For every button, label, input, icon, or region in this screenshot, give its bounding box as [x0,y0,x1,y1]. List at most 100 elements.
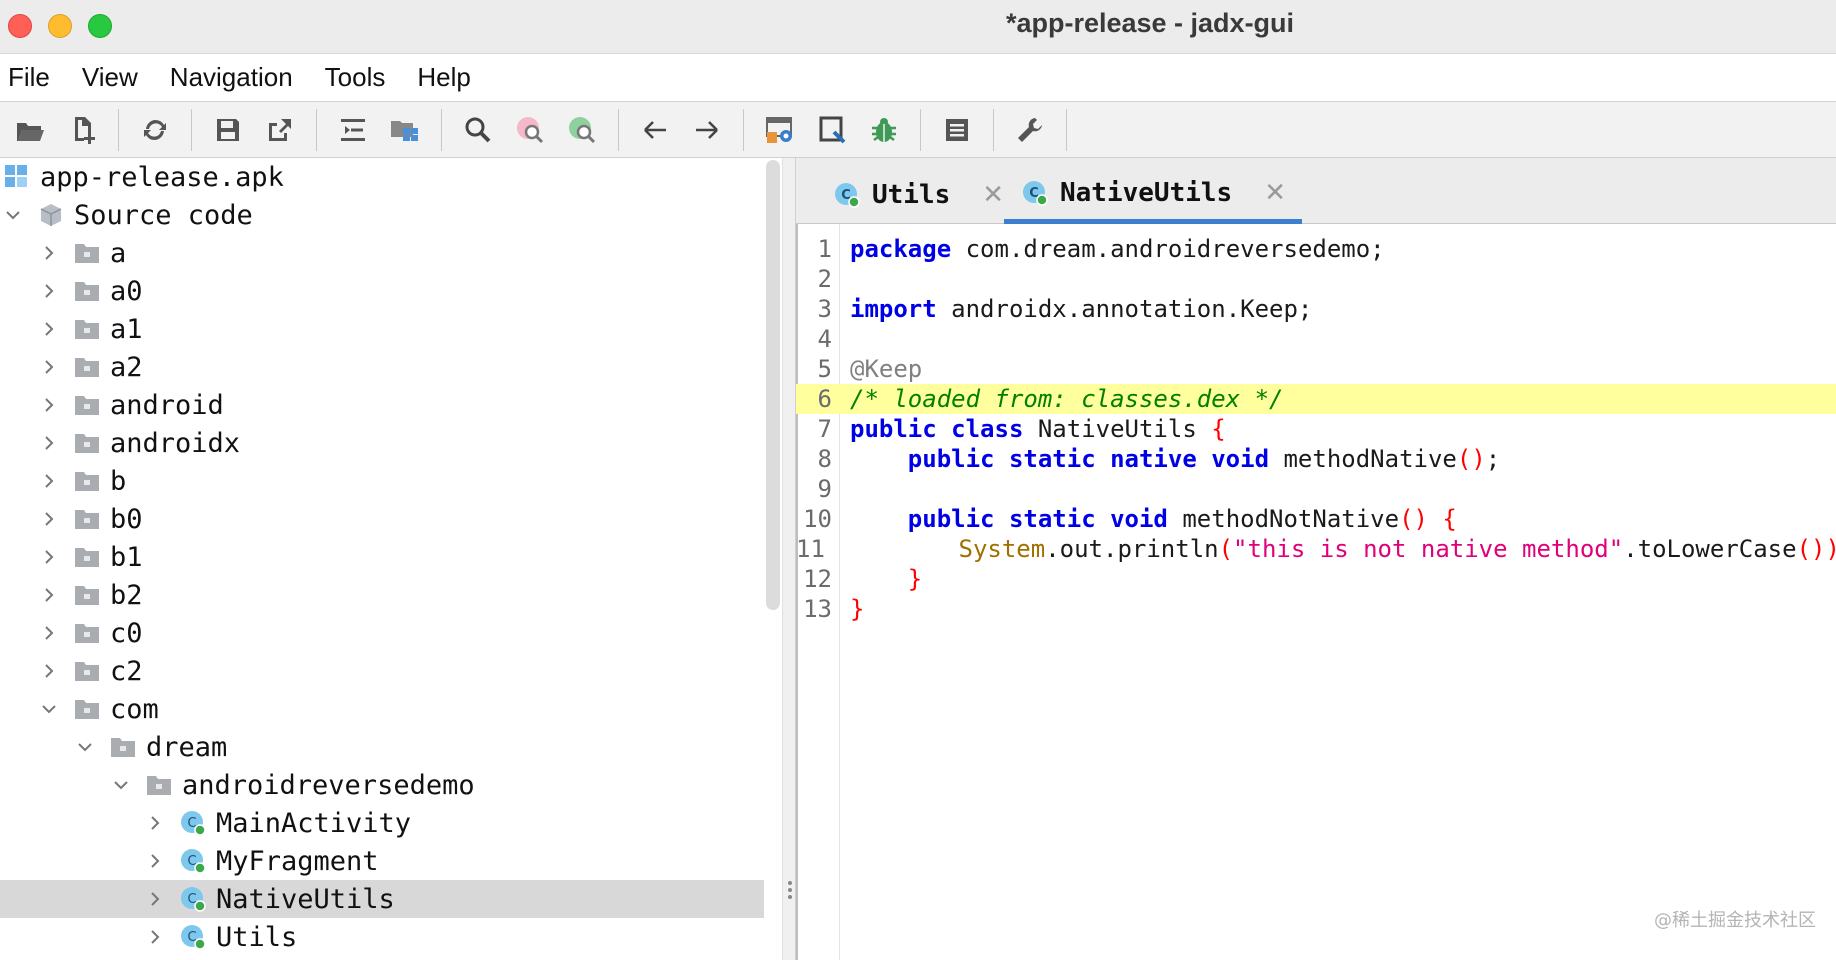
class-icon: C [178,846,208,876]
tree-label: android [110,389,224,421]
code-token: com.dream.androidreversedemo; [951,235,1385,263]
log-viewer-button[interactable] [935,108,979,152]
tree-item-package[interactable]: c2 [0,652,764,690]
tree-item-package[interactable]: androidx [0,424,764,462]
menu-file[interactable]: File [0,62,66,93]
search-button[interactable] [456,108,500,152]
find-usage-button[interactable] [508,108,552,152]
chevron-right-icon[interactable] [142,924,168,950]
tree-item-package[interactable]: b0 [0,500,764,538]
code-line: 1 package com.dream.androidreversedemo; [796,234,1836,264]
chevron-right-icon[interactable] [36,278,62,304]
sync-with-editor-button[interactable] [331,108,375,152]
chevron-right-icon[interactable] [36,392,62,418]
menu-navigation[interactable]: Navigation [162,62,309,93]
tree-item-class-selected[interactable]: C NativeUtils [0,880,764,918]
chevron-right-icon[interactable] [36,430,62,456]
tab-utils[interactable]: C Utils ✕ [816,166,1020,224]
export-button[interactable] [258,108,302,152]
chevron-right-icon[interactable] [36,316,62,342]
class-icon: C [178,884,208,914]
tree-item-androidreversedemo[interactable]: androidreversedemo [0,766,764,804]
find-class-button[interactable] [560,108,604,152]
minimize-window-button[interactable] [48,14,72,38]
debug-button[interactable] [862,108,906,152]
chevron-right-icon[interactable] [142,886,168,912]
tree-item-class[interactable]: C Utils [0,918,764,956]
chevron-right-icon[interactable] [36,506,62,532]
chevron-right-icon[interactable] [36,468,62,494]
chevron-right-icon[interactable] [36,544,62,570]
close-window-button[interactable] [8,14,32,38]
line-number: 7 [817,415,832,443]
line-number: 5 [817,355,832,383]
project-tree[interactable]: app-release.apk Source code a a0 a1 a2 a… [0,158,768,960]
toolbar-separator [316,108,317,151]
code-token: ()); [1796,535,1836,563]
tree-scrollbar[interactable] [766,160,780,610]
tree-item-package[interactable]: android [0,386,764,424]
tree-item-class[interactable]: C MyFragment [0,842,764,880]
quark-icon [819,116,846,143]
chevron-right-icon[interactable] [36,354,62,380]
code-token: public class [850,415,1024,443]
tree-label: b1 [110,541,143,573]
pane-splitter[interactable] [782,158,796,960]
chevron-right-icon[interactable] [36,658,62,684]
chevron-down-icon[interactable] [108,772,134,798]
tree-item-package[interactable]: b2 [0,576,764,614]
forward-button[interactable] [685,108,729,152]
code-editor[interactable]: 1 package com.dream.androidreversedemo; … [796,224,1836,960]
save-all-button[interactable] [206,108,250,152]
wrench-icon [1018,117,1042,142]
tree-item-package[interactable]: c0 [0,614,764,652]
menu-help[interactable]: Help [409,62,486,93]
preferences-button[interactable] [1008,108,1052,152]
chevron-right-icon[interactable] [36,620,62,646]
chevron-right-icon[interactable] [142,810,168,836]
chevron-right-icon[interactable] [36,240,62,266]
deobfuscation-button[interactable] [758,108,802,152]
quark-button[interactable] [810,108,854,152]
tree-item-package[interactable]: a2 [0,348,764,386]
sync-button[interactable] [133,108,177,152]
tree-item-com[interactable]: com [0,690,764,728]
chevron-right-icon[interactable] [36,582,62,608]
add-files-button[interactable] [60,108,104,152]
tab-label: Utils [872,180,951,210]
chevron-down-icon[interactable] [0,202,26,228]
menu-view[interactable]: View [74,62,154,93]
back-button[interactable] [633,108,677,152]
chevron-down-icon[interactable] [36,696,62,722]
flatten-packages-button[interactable] [383,108,427,152]
tree-item-dream[interactable]: dream [0,728,764,766]
bug-icon [872,117,896,142]
chevron-down-icon[interactable] [72,734,98,760]
refresh-icon [144,119,166,140]
tree-label: com [110,693,159,725]
search-icon [465,117,491,142]
zoom-window-button[interactable] [88,14,112,38]
tree-item-package[interactable]: b1 [0,538,764,576]
tree-item-package[interactable]: a0 [0,272,764,310]
menu-bar: File View Navigation Tools Help [0,54,1836,102]
tree-label: app-release.apk [40,161,284,193]
tree-item-class[interactable]: C MainActivity [0,804,764,842]
close-icon[interactable]: ✕ [982,180,1004,210]
tree-item-package[interactable]: a1 [0,310,764,348]
menu-tools[interactable]: Tools [317,62,402,93]
tree-item-root[interactable]: app-release.apk [0,158,764,196]
folder-icon [72,428,102,458]
tree-item-source-code[interactable]: Source code [0,196,764,234]
chevron-right-icon[interactable] [142,848,168,874]
tree-item-package[interactable]: a [0,234,764,272]
code-token: ( [1218,535,1234,563]
folder-icon [72,314,102,344]
package-box-icon [36,200,66,230]
open-file-button[interactable] [8,108,52,152]
tab-nativeutils[interactable]: C NativeUtils ✕ [1004,166,1302,224]
close-icon[interactable]: ✕ [1264,178,1286,208]
tree-item-package[interactable]: b [0,462,764,500]
code-line: 9 [796,474,1836,504]
